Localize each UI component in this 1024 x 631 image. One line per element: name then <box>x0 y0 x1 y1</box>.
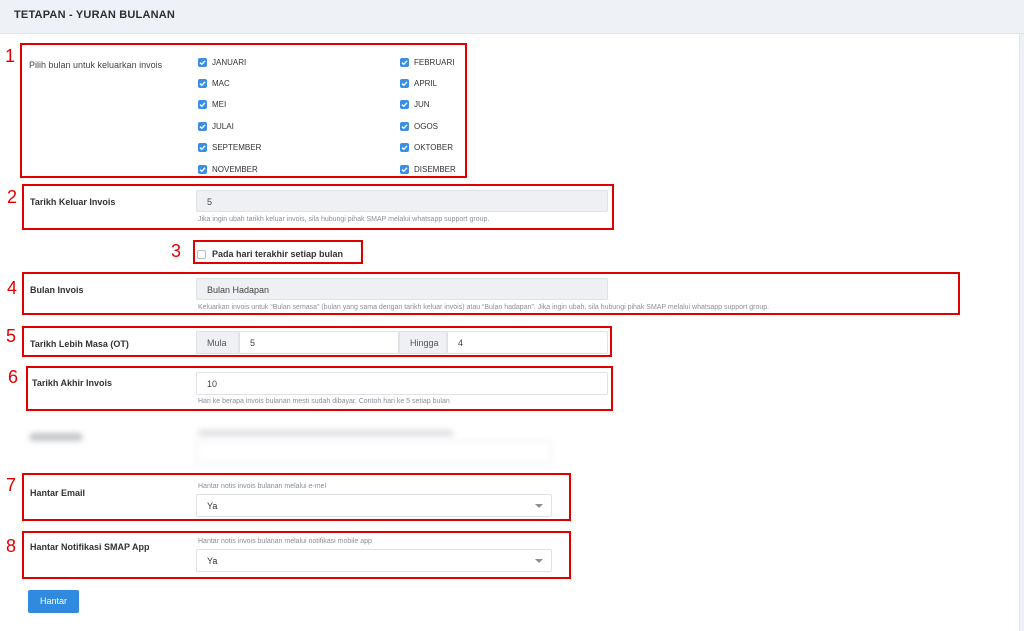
annotation-box-3 <box>193 240 363 264</box>
annotation-number: 1 <box>5 46 16 66</box>
hantar-button[interactable]: Hantar <box>28 590 79 613</box>
annotation-number: 8 <box>6 536 17 556</box>
annotation-box-5 <box>22 326 612 357</box>
obscured-help <box>198 430 453 436</box>
annotation-box-8 <box>22 531 571 579</box>
annotation-number: 5 <box>6 326 17 346</box>
annotation-box-6 <box>26 366 613 411</box>
page-title: TETAPAN - YURAN BULANAN <box>14 9 176 21</box>
annotation-box-1 <box>20 43 467 178</box>
annotation-box-7 <box>22 473 571 521</box>
annotation-number: 6 <box>8 367 19 387</box>
annotation-box-2 <box>22 184 614 230</box>
page-header: TETAPAN - YURAN BULANAN <box>0 0 1024 34</box>
annotation-number: 3 <box>171 241 182 261</box>
obscured-label <box>30 433 82 441</box>
annotation-box-4 <box>22 272 960 315</box>
annotation-number: 2 <box>7 187 18 207</box>
annotation-number: 4 <box>7 278 18 298</box>
obscured-select <box>196 441 552 463</box>
annotation-number: 7 <box>6 475 17 495</box>
